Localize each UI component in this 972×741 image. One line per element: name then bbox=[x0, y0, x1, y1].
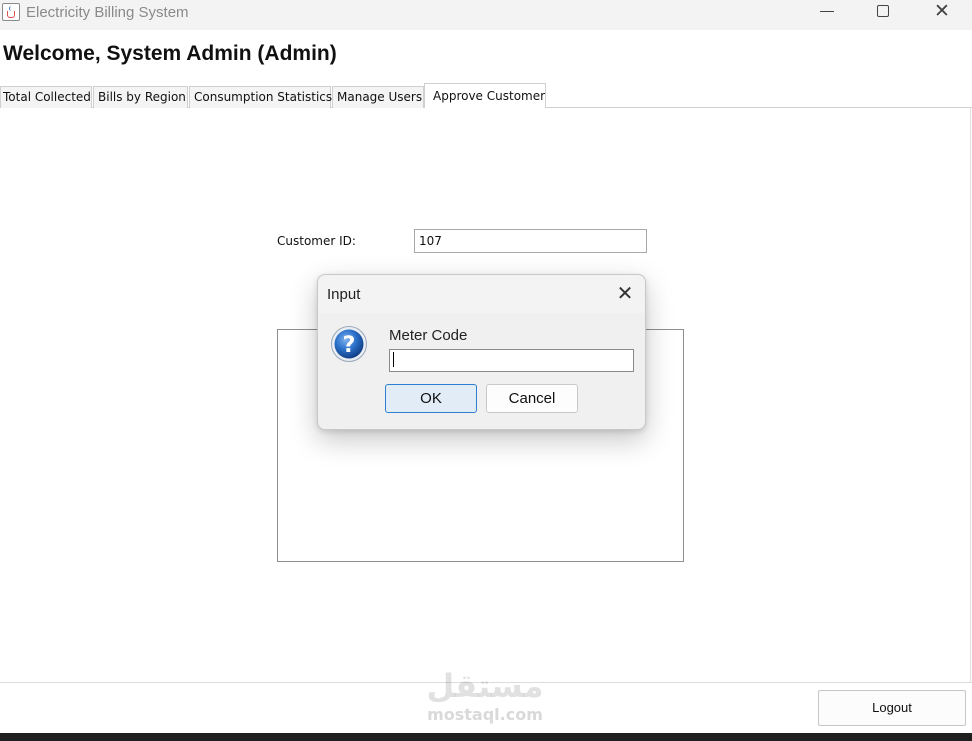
welcome-heading: Welcome, System Admin (Admin) bbox=[3, 42, 337, 65]
watermark-latin: mostaql.com bbox=[427, 705, 543, 724]
tab-manage-users[interactable]: Manage Users bbox=[332, 86, 424, 108]
close-icon: ✕ bbox=[616, 281, 634, 305]
tab-approve-customer[interactable]: Approve Customer bbox=[424, 83, 546, 108]
minimize-button[interactable] bbox=[804, 0, 850, 30]
maximize-icon bbox=[877, 5, 889, 17]
ok-button[interactable]: OK bbox=[385, 384, 477, 413]
dialog-title-bar: Input ✕ bbox=[318, 275, 645, 313]
dialog-title: Input bbox=[327, 286, 361, 303]
java-app-icon bbox=[2, 3, 20, 21]
meter-code-input[interactable] bbox=[389, 349, 634, 372]
close-window-button[interactable]: ✕ bbox=[918, 0, 964, 30]
close-icon: ✕ bbox=[934, 0, 950, 22]
tab-bills-by-region[interactable]: Bills by Region bbox=[93, 86, 188, 108]
window-title: Electricity Billing System bbox=[26, 4, 189, 21]
minimize-icon bbox=[820, 11, 834, 12]
customer-id-field[interactable]: 107 bbox=[414, 229, 647, 253]
tab-total-collected[interactable]: Total Collected bbox=[0, 86, 92, 108]
maximize-button[interactable] bbox=[860, 0, 906, 30]
title-bar: Electricity Billing System ✕ bbox=[0, 0, 972, 30]
taskbar-strip bbox=[0, 733, 972, 741]
meter-code-label: Meter Code bbox=[389, 327, 468, 344]
dialog-close-button[interactable]: ✕ bbox=[613, 281, 637, 305]
logout-button[interactable]: Logout bbox=[818, 690, 966, 726]
watermark-arabic: مستقل bbox=[426, 667, 544, 705]
panel-right-border bbox=[970, 107, 971, 683]
input-dialog: Input ✕ ? Meter Code OK Cancel bbox=[317, 274, 646, 430]
question-icon: ? bbox=[331, 326, 367, 362]
tab-consumption-statistics[interactable]: Consumption Statistics bbox=[189, 86, 332, 108]
customer-id-label: Customer ID: bbox=[277, 234, 356, 248]
text-caret bbox=[393, 352, 394, 367]
svg-text:?: ? bbox=[343, 333, 356, 358]
cancel-button[interactable]: Cancel bbox=[486, 384, 578, 413]
